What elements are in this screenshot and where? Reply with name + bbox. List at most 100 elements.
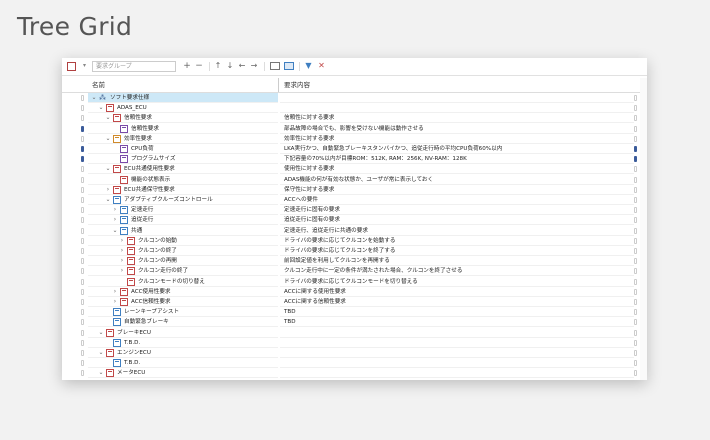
description-cell[interactable]: ドライバの要求に応じてクルコンモードを切り替える — [280, 277, 634, 287]
collapse-icon[interactable]: ⌄ — [105, 135, 111, 143]
description-cell[interactable]: TBD — [280, 317, 634, 328]
row-marker-right[interactable] — [634, 329, 637, 336]
name-cell[interactable]: ⌄ 信頼性要求 — [88, 113, 278, 124]
row-marker[interactable] — [81, 156, 84, 163]
description-cell[interactable]: ACCへの要件 — [280, 195, 634, 205]
row-marker-right[interactable] — [634, 309, 637, 316]
expand-icon[interactable]: › — [119, 267, 125, 275]
name-cell[interactable]: ⌄ 効率性要求 — [88, 134, 278, 144]
row-marker[interactable] — [81, 329, 84, 336]
table-row[interactable]: ⌄ エンジンECU — [62, 348, 647, 358]
row-marker-right[interactable] — [634, 115, 637, 122]
table-row[interactable]: ⌄ メータECU — [62, 368, 647, 379]
move-down-icon[interactable]: ↓ — [226, 61, 234, 71]
row-marker-right[interactable] — [634, 350, 637, 356]
expand-icon[interactable]: › — [112, 298, 118, 306]
row-marker-right[interactable] — [634, 176, 637, 183]
row-marker-right[interactable] — [634, 370, 637, 377]
name-cell[interactable]: 機能の状態表示 — [88, 175, 278, 185]
row-marker-right[interactable] — [634, 227, 637, 234]
row-marker-right[interactable] — [634, 339, 637, 346]
name-cell[interactable]: ⌄ ⁂ ソフト要求仕様 — [88, 93, 278, 103]
description-cell[interactable]: ドライバの要求に応じてクルコンを始動する — [280, 236, 634, 246]
expand-icon[interactable]: › — [112, 288, 118, 296]
row-marker[interactable] — [81, 360, 84, 367]
description-cell[interactable] — [280, 103, 634, 114]
expand-icon[interactable]: › — [119, 257, 125, 265]
description-cell[interactable]: TBD — [280, 307, 634, 318]
description-cell[interactable]: ACCに関する使用性要求 — [280, 287, 634, 297]
row-marker[interactable] — [81, 288, 84, 295]
expand-icon[interactable]: › — [119, 247, 125, 255]
collapse-icon[interactable]: ⌄ — [98, 104, 104, 112]
name-cell[interactable]: ⌄ ECU共通使用性要求 — [88, 164, 278, 175]
table-row[interactable]: クルコンモードの切り替え ドライバの要求に応じてクルコンモードを切り替える — [62, 277, 647, 287]
name-cell[interactable]: クルコンモードの切り替え — [88, 277, 278, 287]
description-cell[interactable]: 定速走行、追従走行に共通の要求 — [280, 226, 634, 236]
table-row[interactable]: › クルコン走行の終了 クルコン走行中に一定の条件が満たされた場合、クルコンを終了さ… — [62, 266, 647, 277]
row-marker[interactable] — [81, 350, 84, 356]
row-marker[interactable] — [81, 339, 84, 346]
table-row[interactable]: › クルコンの始動 ドライバの要求に応じてクルコンを始動する — [62, 236, 647, 246]
row-marker-right[interactable] — [634, 258, 637, 265]
row-marker[interactable] — [81, 258, 84, 265]
collapse-icon[interactable]: ⌄ — [98, 329, 104, 337]
collapse-icon[interactable]: ⌄ — [105, 165, 111, 173]
table-row[interactable]: ⌄ 効率性要求 効率性に対する要求 — [62, 134, 647, 144]
row-marker[interactable] — [81, 370, 84, 377]
row-marker-right[interactable] — [634, 197, 637, 203]
row-marker-right[interactable] — [634, 268, 637, 275]
row-marker[interactable] — [81, 197, 84, 203]
row-marker[interactable] — [81, 166, 84, 173]
remove-icon[interactable]: − — [195, 61, 203, 71]
row-marker-right[interactable] — [634, 146, 637, 152]
row-marker-right[interactable] — [634, 156, 637, 163]
name-cell[interactable]: › 定速走行 — [88, 205, 278, 216]
name-cell[interactable]: › ECU共通保守性要求 — [88, 185, 278, 195]
description-cell[interactable]: 効率性に対する要求 — [280, 134, 634, 144]
table-row[interactable]: › クルコンの終了 ドライバの要求に応じてクルコンを終了する — [62, 246, 647, 256]
scrollbar[interactable] — [640, 78, 647, 380]
row-marker-right[interactable] — [634, 237, 637, 244]
row-marker[interactable] — [81, 105, 84, 112]
name-cell[interactable]: › クルコンの終了 — [88, 246, 278, 256]
add-icon[interactable]: + — [183, 61, 191, 71]
table-row[interactable]: 機能の状態表示 ADAS機能の何が有効な状態か、ユーザが常に表示しておく — [62, 175, 647, 185]
description-cell[interactable] — [280, 338, 634, 348]
description-cell[interactable] — [280, 368, 634, 379]
name-cell[interactable]: レーンキープアシスト — [88, 307, 278, 318]
name-cell[interactable]: › ACC使用性要求 — [88, 287, 278, 297]
row-marker-right[interactable] — [634, 278, 637, 285]
table-row[interactable]: プログラムサイズ 下記容量の70%以内が目標ROM：512K, RAM：256K,… — [62, 154, 647, 165]
column-header-description[interactable]: 要求内容 — [284, 80, 310, 90]
collapse-icon[interactable]: ⌄ — [112, 227, 118, 235]
row-marker[interactable] — [81, 186, 84, 193]
clear-filter-icon[interactable]: ✕ — [317, 61, 326, 71]
description-cell[interactable]: 定速走行に固有の要求 — [280, 205, 634, 216]
name-cell[interactable]: 信頼性要求 — [88, 124, 278, 134]
table-row[interactable]: › ACC使用性要求 ACCに関する使用性要求 — [62, 287, 647, 297]
description-cell[interactable]: ACCに関する信頼性要求 — [280, 297, 634, 307]
document-icon[interactable] — [67, 62, 76, 71]
expand-icon[interactable]: › — [105, 186, 111, 194]
row-marker-right[interactable] — [634, 166, 637, 173]
collapse-icon[interactable]: ⌄ — [105, 196, 111, 204]
description-cell[interactable]: 信頼性に対する要求 — [280, 113, 634, 124]
description-cell[interactable]: 前回設定値を利用してクルコンを再開する — [280, 256, 634, 267]
row-marker-right[interactable] — [634, 299, 637, 305]
name-cell[interactable]: ⌄ ADAS_ECU — [88, 103, 278, 114]
row-marker-right[interactable] — [634, 217, 637, 224]
row-marker-right[interactable] — [634, 95, 637, 101]
collapse-icon[interactable]: ⌄ — [105, 114, 111, 122]
row-marker-right[interactable] — [634, 186, 637, 193]
table-row[interactable]: 自動緊急ブレーキ TBD — [62, 317, 647, 328]
table-row[interactable]: › クルコンの再開 前回設定値を利用してクルコンを再開する — [62, 256, 647, 267]
table-row[interactable]: › ACC信頼性要求 ACCに関する信頼性要求 — [62, 297, 647, 307]
name-cell[interactable]: T.B.D. — [88, 338, 278, 348]
row-marker[interactable] — [81, 135, 84, 142]
name-cell[interactable]: › クルコンの始動 — [88, 236, 278, 246]
table-row[interactable]: CPU負荷 LKA実行かつ、自動緊急ブレーキスタンバイかつ、追従走行時の平均CPU… — [62, 144, 647, 154]
table-row[interactable]: ⌄ ADAS_ECU — [62, 103, 647, 114]
description-cell[interactable]: ドライバの要求に応じてクルコンを終了する — [280, 246, 634, 256]
description-cell[interactable] — [280, 328, 634, 338]
